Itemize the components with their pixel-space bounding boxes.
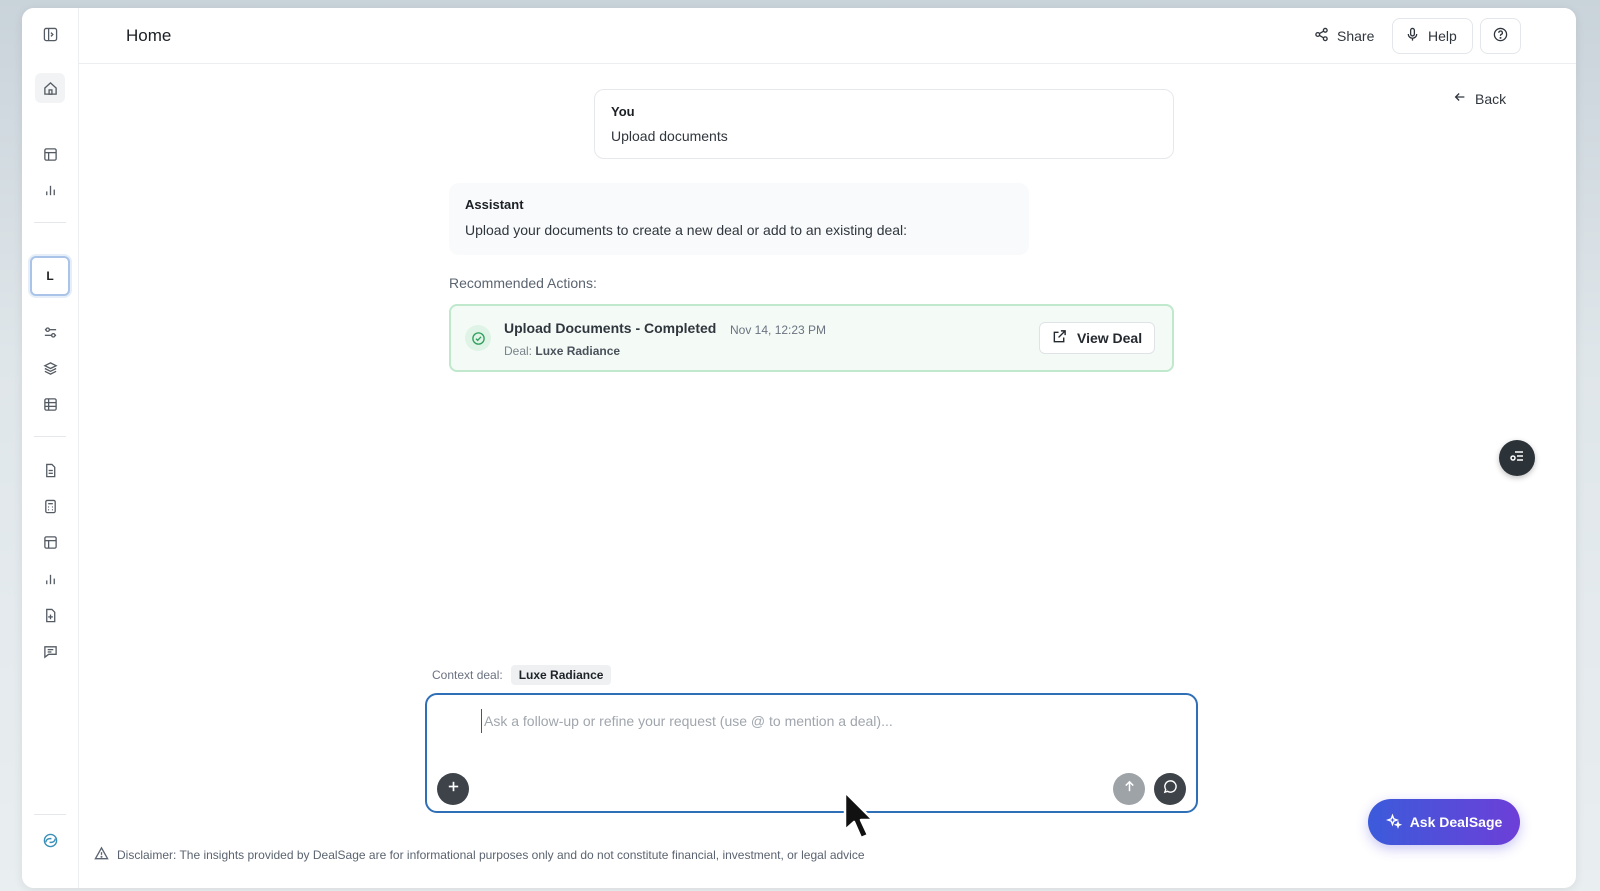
- recommended-actions-heading: Recommended Actions:: [449, 275, 597, 291]
- grid-icon[interactable]: [35, 389, 65, 419]
- list-filter-icon: [1509, 448, 1525, 469]
- layers-icon[interactable]: [35, 353, 65, 383]
- ask-dealsage-button[interactable]: Ask DealSage: [1368, 799, 1520, 845]
- message-text: Upload your documents to create a new de…: [465, 222, 908, 238]
- message-role: Assistant: [465, 197, 524, 212]
- chat-composer: [425, 693, 1198, 813]
- share-label: Share: [1337, 28, 1375, 44]
- calculator-icon[interactable]: [35, 491, 65, 521]
- page-title: Home: [126, 26, 172, 45]
- document-icon[interactable]: [35, 455, 65, 485]
- help-button[interactable]: Help: [1392, 18, 1473, 54]
- external-link-icon: [1052, 329, 1067, 347]
- sparkle-icon: [1385, 812, 1402, 832]
- help-label: Help: [1428, 28, 1457, 44]
- logo-icon[interactable]: [35, 825, 65, 855]
- sidebar: L: [22, 8, 79, 888]
- action-card: Upload Documents - Completed Nov 14, 12:…: [449, 304, 1174, 372]
- message-icon[interactable]: [35, 636, 65, 666]
- share-button[interactable]: Share: [1302, 18, 1386, 54]
- deal-prefix: Deal:: [504, 344, 533, 358]
- warning-icon: [94, 846, 109, 864]
- sidebar-divider: [34, 436, 66, 437]
- bar-chart-icon[interactable]: [35, 175, 65, 205]
- attach-button[interactable]: [437, 773, 469, 805]
- user-message: You Upload documents: [594, 89, 1174, 159]
- sliders-icon[interactable]: [35, 317, 65, 347]
- table-icon[interactable]: [35, 139, 65, 169]
- sidebar-divider: [34, 814, 66, 815]
- send-button[interactable]: [1113, 773, 1145, 805]
- floating-menu-button[interactable]: [1499, 440, 1535, 476]
- back-button[interactable]: Back: [1453, 90, 1506, 107]
- context-deal-chip[interactable]: Luxe Radiance: [510, 665, 612, 685]
- question-circle-icon: [1493, 27, 1508, 45]
- back-label: Back: [1475, 90, 1507, 107]
- panel-toggle-icon[interactable]: [35, 19, 65, 49]
- message-role: You: [611, 104, 635, 119]
- assistant-message: Assistant Upload your documents to creat…: [449, 183, 1029, 255]
- sidebar-divider: [34, 222, 66, 223]
- app-window: L Home Share Help Back You Upload docume…: [22, 8, 1576, 888]
- bar-chart-icon[interactable]: [35, 564, 65, 594]
- action-deal: Deal: Luxe Radiance: [504, 344, 620, 358]
- home-icon[interactable]: [35, 73, 65, 103]
- view-deal-button[interactable]: View Deal: [1039, 322, 1156, 354]
- chat-mode-button[interactable]: [1154, 773, 1186, 805]
- arrow-up-icon: [1122, 779, 1137, 799]
- workspace-avatar[interactable]: L: [30, 256, 70, 296]
- microphone-icon: [1405, 27, 1420, 45]
- context-deal-row: Context deal: Luxe Radiance: [432, 665, 612, 685]
- check-circle-icon: [465, 325, 491, 351]
- table-icon[interactable]: [35, 527, 65, 557]
- deal-name: Luxe Radiance: [535, 344, 621, 358]
- chat-bubble-icon: [1163, 779, 1178, 799]
- share-icon: [1314, 27, 1329, 45]
- context-label: Context deal:: [432, 668, 503, 682]
- action-timestamp: Nov 14, 12:23 PM: [730, 323, 827, 337]
- view-deal-label: View Deal: [1077, 330, 1143, 346]
- plus-icon: [446, 779, 461, 799]
- action-title: Upload Documents - Completed: [504, 320, 717, 336]
- file-plus-icon[interactable]: [35, 600, 65, 630]
- arrow-left-icon: [1453, 90, 1467, 107]
- ask-dealsage-label: Ask DealSage: [1409, 814, 1503, 830]
- top-header: Home Share Help: [79, 8, 1576, 64]
- message-text: Upload documents: [611, 128, 728, 144]
- info-button[interactable]: [1480, 18, 1521, 54]
- chat-input[interactable]: [481, 709, 1171, 733]
- disclaimer-text: Disclaimer: The insights provided by Dea…: [117, 848, 865, 862]
- disclaimer: Disclaimer: The insights provided by Dea…: [94, 846, 865, 864]
- mouse-pointer-icon: [843, 790, 875, 840]
